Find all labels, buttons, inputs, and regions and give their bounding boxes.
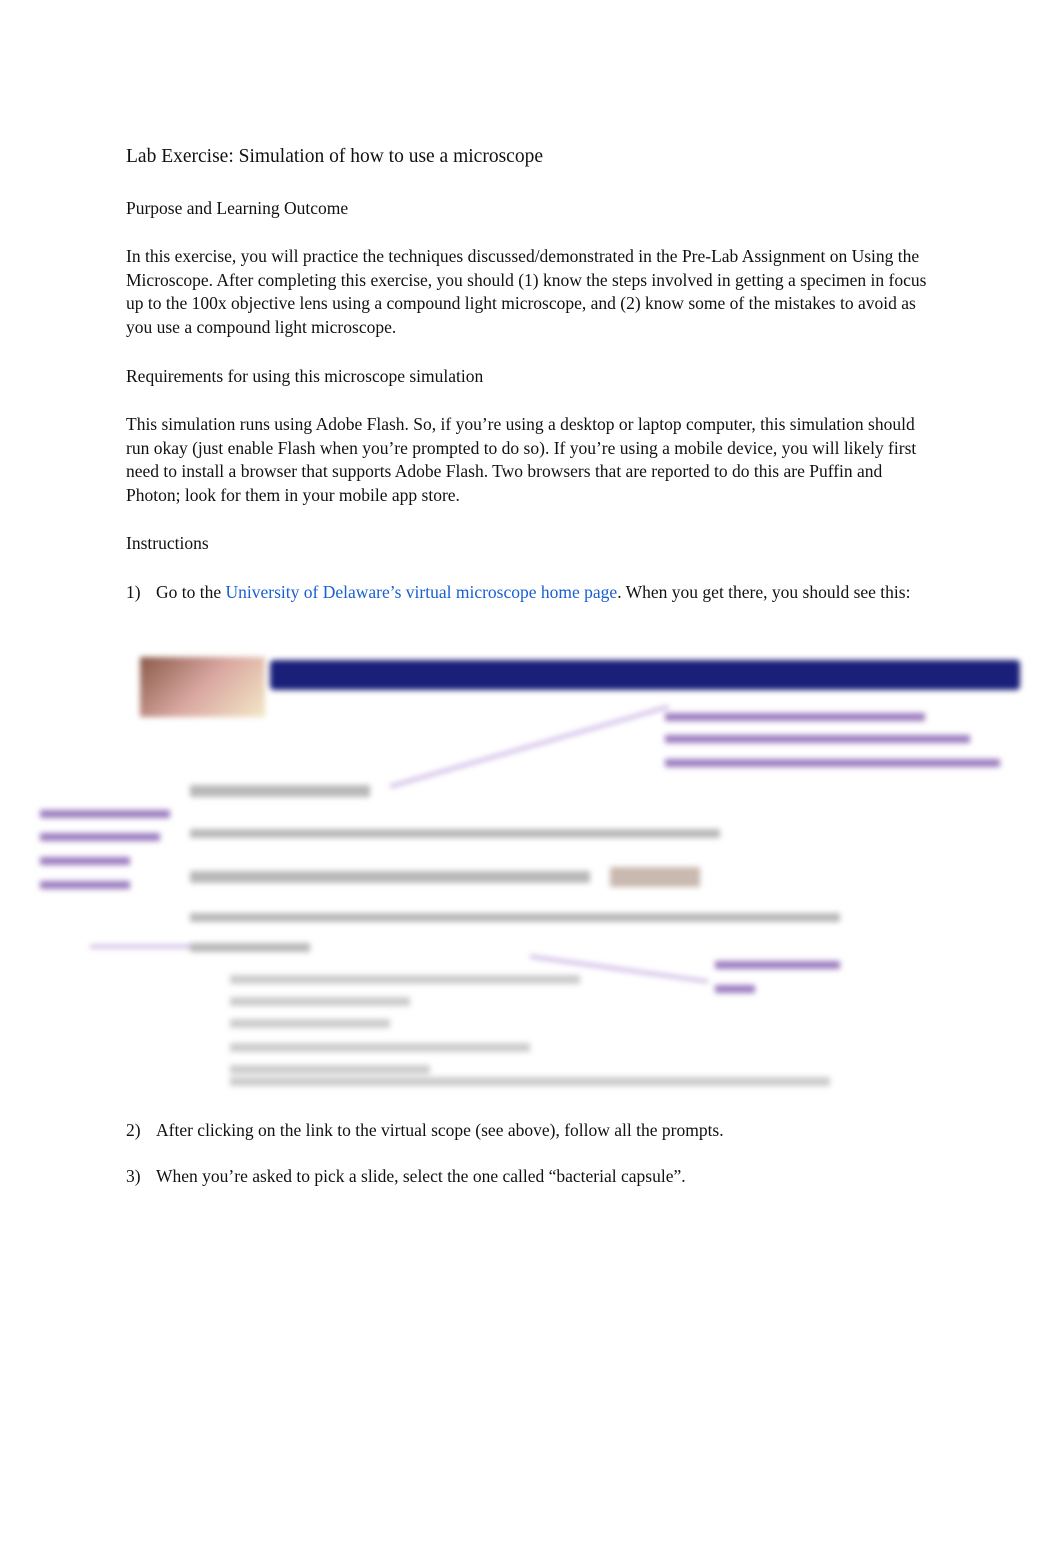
document-page: Lab Exercise: Simulation of how to use a… bbox=[0, 0, 1062, 1561]
requirements-paragraph: This simulation runs using Adobe Flash. … bbox=[126, 414, 917, 505]
step-1: 1) Go to the University of Delaware’s vi… bbox=[126, 581, 926, 605]
page-title: Lab Exercise: Simulation of how to use a… bbox=[126, 146, 543, 167]
step-text: . When you get there, you should see thi… bbox=[617, 582, 911, 602]
step-number: 2) bbox=[126, 1120, 141, 1140]
purpose-paragraph: In this exercise, you will practice the … bbox=[126, 246, 927, 337]
step-2: 2) After clicking on the link to the vir… bbox=[126, 1119, 926, 1143]
purpose-heading: Purpose and Learning Outcome bbox=[126, 198, 349, 218]
requirements-heading: Requirements for using this microscope s… bbox=[126, 366, 484, 386]
step-number: 1) bbox=[126, 582, 141, 602]
virtual-microscope-link[interactable]: University of Delaware’s virtual microsc… bbox=[226, 582, 618, 602]
site-banner bbox=[270, 660, 1020, 690]
step-text: Go to the bbox=[156, 582, 226, 602]
step-3: 3) When you’re asked to pick a slide, se… bbox=[126, 1165, 926, 1189]
site-logo bbox=[140, 657, 265, 717]
screenshot-figure bbox=[30, 645, 1030, 1095]
step-text: When you’re asked to pick a slide, selec… bbox=[156, 1166, 686, 1186]
instructions-heading: Instructions bbox=[126, 533, 209, 553]
step-number: 3) bbox=[126, 1166, 141, 1186]
step-text: After clicking on the link to the virtua… bbox=[156, 1120, 724, 1140]
